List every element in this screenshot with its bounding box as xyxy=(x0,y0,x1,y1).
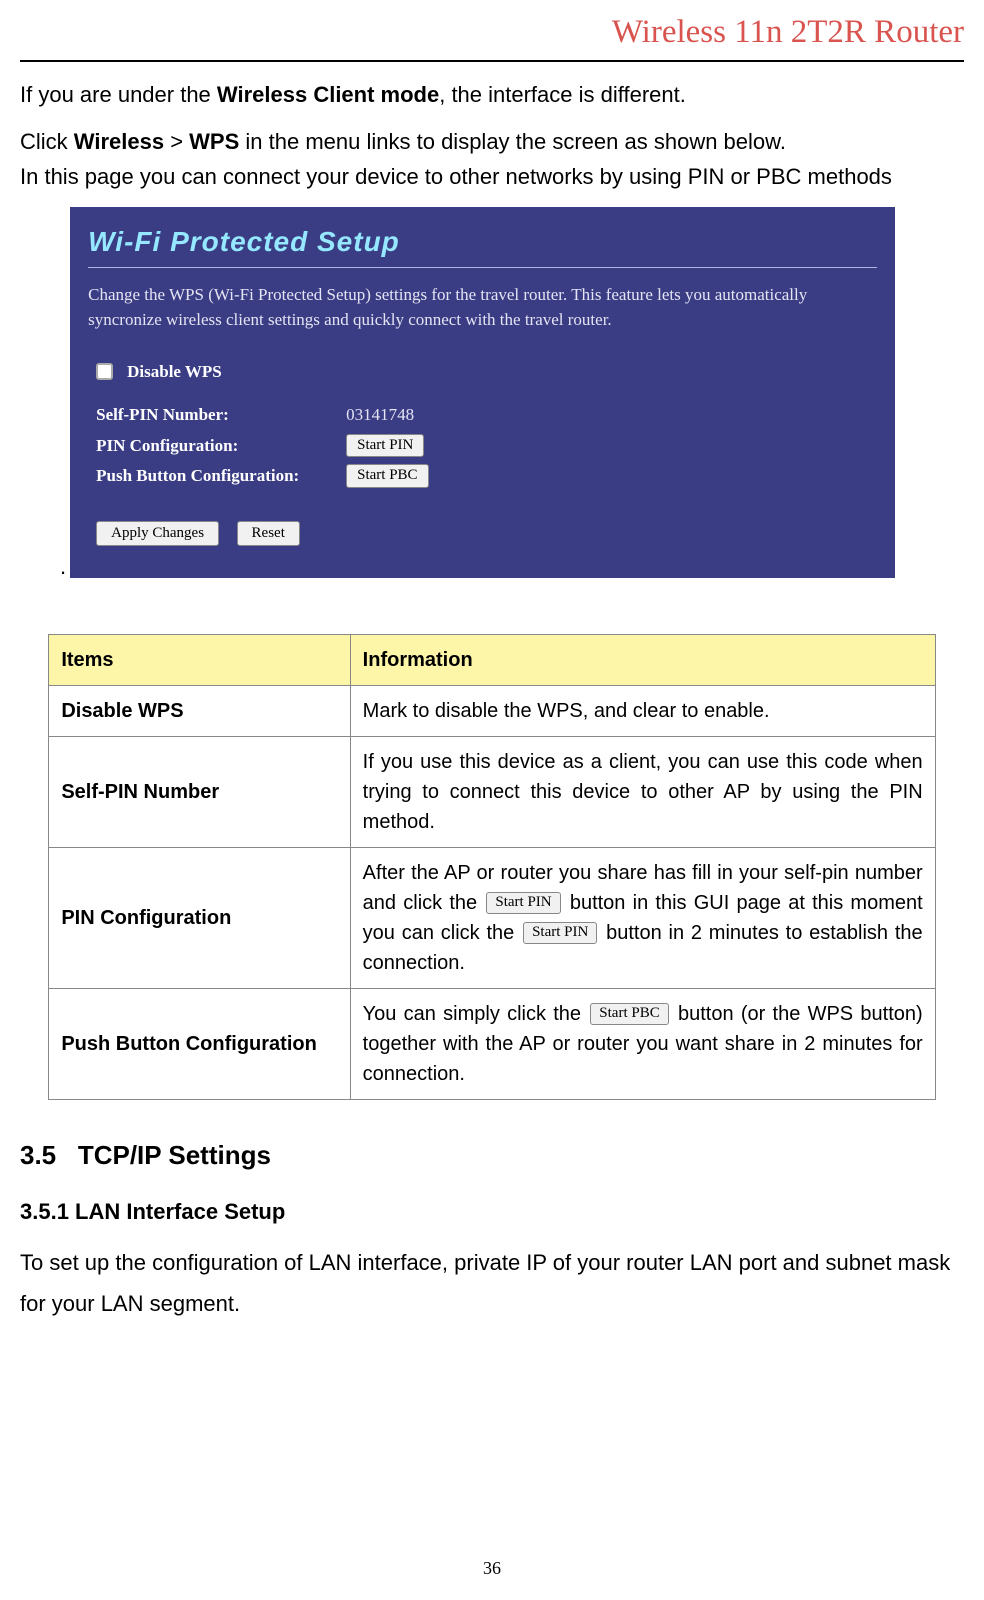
text: You can simply click the xyxy=(363,1003,589,1025)
screenshot-description: Change the WPS (Wi-Fi Protected Setup) s… xyxy=(88,282,877,333)
bold-text: WPS xyxy=(189,129,239,154)
intro-paragraph-2: Click Wireless > WPS in the menu links t… xyxy=(20,125,964,158)
table-info: If you use this device as a client, you … xyxy=(350,736,935,847)
text: , the interface is different. xyxy=(439,82,686,107)
start-pbc-button[interactable]: Start PBC xyxy=(346,464,428,488)
table-row: Push Button Configuration You can simply… xyxy=(49,988,935,1099)
apply-changes-button[interactable]: Apply Changes xyxy=(96,521,219,547)
screenshot-title: Wi-Fi Protected Setup xyxy=(88,221,877,263)
subsection-heading-3-5-1: 3.5.1 LAN Interface Setup xyxy=(20,1195,964,1228)
wps-screenshot: Wi-Fi Protected Setup Change the WPS (Wi… xyxy=(70,207,895,578)
disable-wps-label: Disable WPS xyxy=(127,359,222,385)
text: Click xyxy=(20,129,74,154)
table-row: Self-PIN Number If you use this device a… xyxy=(49,736,935,847)
table-info: You can simply click the Start PBC butto… xyxy=(350,988,935,1099)
table-item: Push Button Configuration xyxy=(49,988,350,1099)
text: If you are under the xyxy=(20,82,217,107)
header-rule xyxy=(20,60,964,62)
table-row: Disable WPS Mark to disable the WPS, and… xyxy=(49,685,935,736)
table-item: Self-PIN Number xyxy=(49,736,350,847)
self-pin-value: 03141748 xyxy=(346,402,414,428)
intro-paragraph-3: In this page you can connect your device… xyxy=(20,160,964,193)
table-head-items: Items xyxy=(49,634,350,685)
page-number: 36 xyxy=(0,1555,984,1582)
bold-text: Wireless Client mode xyxy=(217,82,439,107)
section-title: TCP/IP Settings xyxy=(78,1140,271,1170)
push-button-label: Push Button Configuration: xyxy=(96,463,346,489)
section-number: 3.5 xyxy=(20,1140,56,1170)
screenshot-action-row: Apply Changes Reset xyxy=(96,515,877,548)
text: > xyxy=(164,129,189,154)
table-item: PIN Configuration xyxy=(49,847,350,988)
pin-configuration-label: PIN Configuration: xyxy=(96,433,346,459)
leading-period: . xyxy=(60,556,66,578)
inline-start-pin-button: Start PIN xyxy=(523,922,597,944)
disable-wps-checkbox[interactable] xyxy=(96,363,113,380)
table-info: Mark to disable the WPS, and clear to en… xyxy=(350,685,935,736)
intro-paragraph-1: If you are under the Wireless Client mod… xyxy=(20,78,964,111)
inline-start-pbc-button: Start PBC xyxy=(590,1003,668,1025)
table-head-info: Information xyxy=(350,634,935,685)
inline-start-pin-button: Start PIN xyxy=(486,892,560,914)
subsection-body: To set up the configuration of LAN inter… xyxy=(20,1242,964,1326)
bold-text: Wireless xyxy=(74,129,164,154)
reset-button[interactable]: Reset xyxy=(237,521,300,547)
screenshot-underline xyxy=(88,267,877,268)
info-table: Items Information Disable WPS Mark to di… xyxy=(48,634,935,1100)
start-pin-button[interactable]: Start PIN xyxy=(346,434,424,458)
page-header-title: Wireless 11n 2T2R Router xyxy=(20,0,964,58)
table-info: After the AP or router you share has fil… xyxy=(350,847,935,988)
self-pin-label: Self-PIN Number: xyxy=(96,402,346,428)
text: in the menu links to display the screen … xyxy=(239,129,786,154)
screenshot-container: . Wi-Fi Protected Setup Change the WPS (… xyxy=(60,207,964,578)
table-item: Disable WPS xyxy=(49,685,350,736)
section-heading-3-5: 3.5 TCP/IP Settings xyxy=(20,1136,964,1175)
table-row: PIN Configuration After the AP or router… xyxy=(49,847,935,988)
